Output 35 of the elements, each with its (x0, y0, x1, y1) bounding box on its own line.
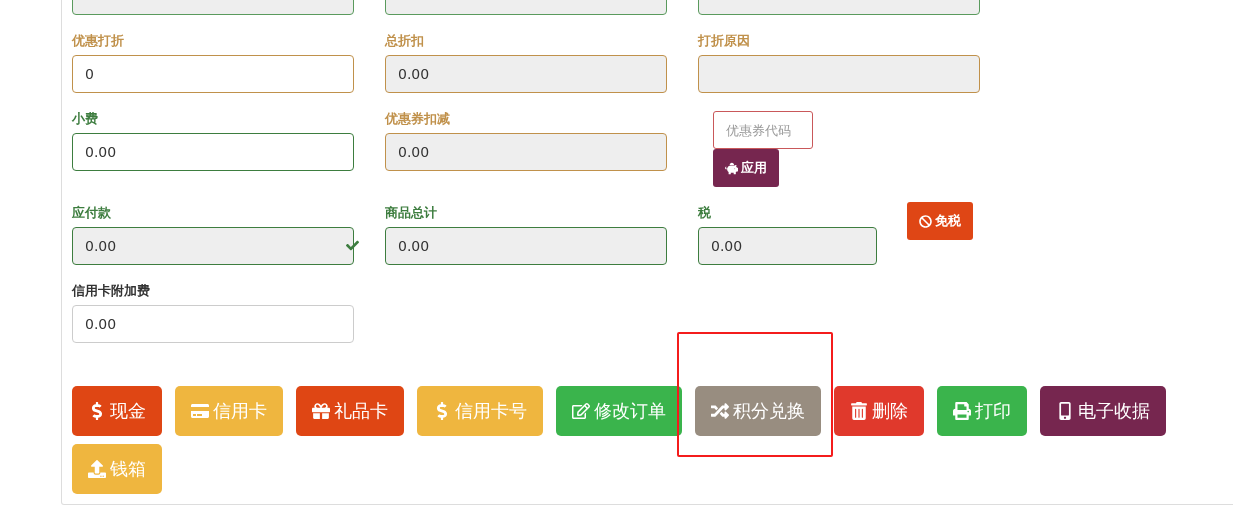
input-field[interactable]: 0.00 (72, 133, 354, 171)
action-button[interactable]: 礼品卡 (296, 386, 404, 436)
input-field[interactable]: 0.00 (385, 227, 667, 265)
upload-icon (88, 460, 106, 478)
coupon-code-field[interactable]: 优惠券代码 (713, 111, 813, 149)
shuffle-icon (711, 402, 729, 420)
piggy-bank-icon (725, 161, 738, 175)
edit-icon (572, 402, 590, 420)
field-label: 优惠打折 (72, 33, 124, 49)
input-field[interactable] (698, 55, 980, 93)
credit-card-icon (191, 402, 209, 420)
field-label: 优惠券扣减 (385, 111, 450, 127)
field-label: 应付款 (72, 205, 111, 221)
action-button[interactable]: 电子收据 (1040, 386, 1166, 436)
action-button[interactable]: 现金 (72, 386, 162, 436)
field-label: 总折扣 (385, 33, 424, 49)
input-field[interactable]: 0.00 (72, 227, 354, 265)
phone-icon (1056, 402, 1074, 420)
input-field[interactable]: 0.00 (385, 133, 667, 171)
apply-button[interactable]: 应用 (713, 149, 779, 187)
field-label: 小费 (72, 111, 98, 127)
print-icon (953, 402, 971, 420)
field-label: 信用卡附加费 (72, 283, 150, 299)
trash-icon (850, 402, 868, 420)
field-label: 商品总计 (385, 205, 437, 221)
field-label: 税 (698, 205, 711, 221)
tax-exempt-button[interactable]: 免税 (907, 202, 973, 240)
field-label: 打折原因 (698, 33, 750, 49)
gift-icon (312, 402, 330, 420)
input-field[interactable]: 0 (72, 55, 354, 93)
ban-icon (919, 214, 932, 228)
input-field[interactable]: 0.00 (72, 305, 354, 343)
input-field[interactable]: 0.00 (698, 227, 877, 265)
action-button[interactable]: 删除 (834, 386, 924, 436)
input-field[interactable]: 0.00 (385, 55, 667, 93)
